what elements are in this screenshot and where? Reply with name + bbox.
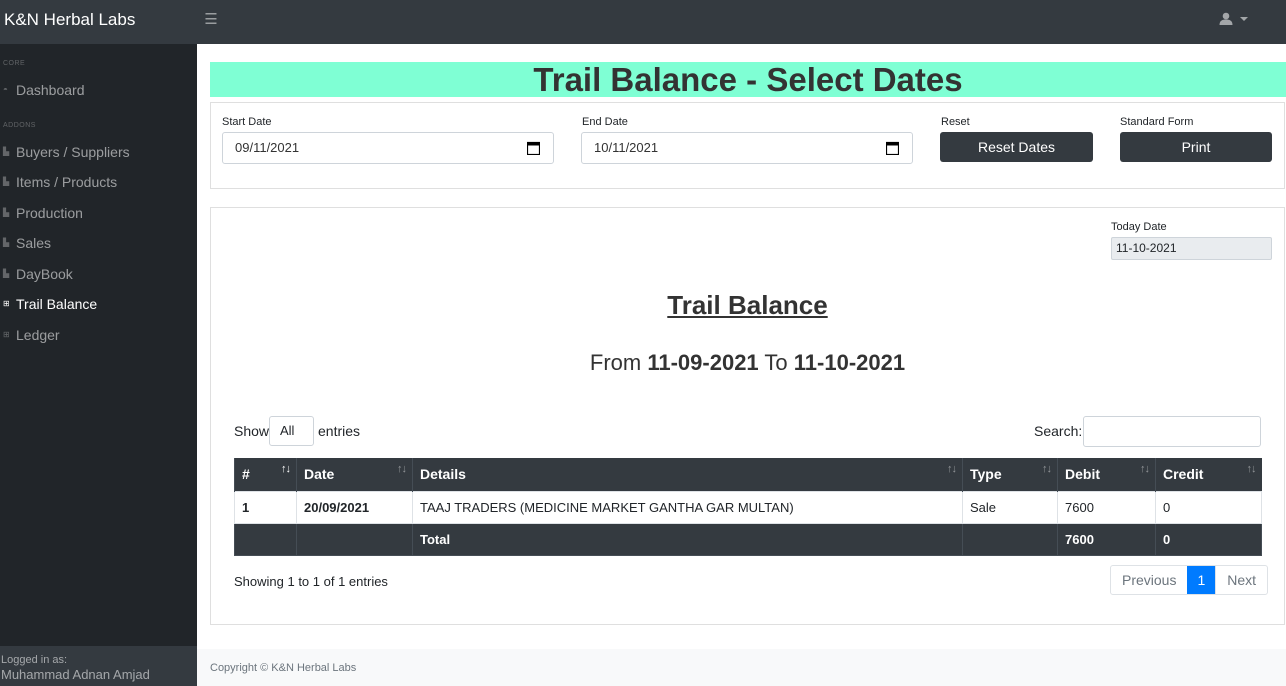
page-footer: Copyright © K&N Herbal Labs (197, 649, 1286, 686)
column-header-number[interactable]: # ↑↓ (234, 458, 297, 491)
table-icon: ⊞ (3, 299, 10, 308)
sidebar-item-label: Ledger (16, 327, 60, 343)
total-debit: 7600 (1057, 522, 1156, 556)
calendar-icon[interactable] (886, 141, 899, 155)
entries-label: entries (318, 423, 361, 439)
table-header-row: # ↑↓ Date ↑↓ Details ↑↓ Type ↑↓ Debit ↑↓ Cred… (234, 458, 1262, 491)
page-1-button[interactable]: 1 (1187, 566, 1216, 594)
report-card: Today Date 11-10-2021 Trail Balance From… (210, 207, 1285, 625)
total-empty-cell (296, 522, 413, 556)
trail-balance-table: # ↑↓ Date ↑↓ Details ↑↓ Type ↑↓ Debit ↑↓ Cred… (234, 458, 1262, 556)
total-empty-cell (234, 522, 297, 556)
sidebar-item-label: Items / Products (16, 174, 118, 190)
tachometer-icon: ◓ (3, 85, 8, 94)
sidebar-item-items-products[interactable]: ▙ Items / Products (0, 169, 197, 195)
table-row: 1 20/09/2021 TAAJ TRADERS (MEDICINE MARK… (234, 490, 1262, 524)
bar-chart-icon: ▙ (3, 238, 10, 247)
table-info: Showing 1 to 1 of 1 entries (234, 574, 388, 589)
sidebar-item-daybook[interactable]: ▙ DayBook (0, 261, 197, 287)
sort-icon: ↑↓ (1140, 463, 1150, 475)
reset-dates-button[interactable]: Reset Dates (940, 132, 1093, 162)
cell-credit: 0 (1155, 490, 1262, 524)
end-date-value: 10/11/2021 (594, 140, 659, 155)
column-header-date[interactable]: Date ↑↓ (296, 458, 413, 491)
user-icon (1219, 12, 1233, 25)
total-label: Total (412, 522, 963, 556)
print-button[interactable]: Print (1120, 132, 1272, 162)
sidebar-toggle-icon[interactable]: ☰ (204, 12, 218, 28)
user-menu-dropdown[interactable] (1219, 10, 1249, 28)
total-credit: 0 (1155, 522, 1262, 556)
brand-logo-text[interactable]: K&N Herbal Labs (4, 10, 135, 30)
chevron-down-icon (1240, 17, 1248, 21)
next-page-button[interactable]: Next (1215, 566, 1267, 594)
end-date-input[interactable]: 10/11/2021 (581, 132, 913, 164)
bar-chart-icon: ▙ (3, 147, 10, 156)
bar-chart-icon: ▙ (3, 177, 10, 186)
sidebar-heading-addons: ADDONS (3, 122, 36, 129)
sidebar-item-label: DayBook (16, 266, 73, 282)
sort-icon: ↑↓ (397, 463, 407, 475)
total-empty-cell (962, 522, 1058, 556)
logged-in-user: Muhammad Adnan Amjad (1, 667, 150, 682)
pagination: Previous 1 Next (1110, 565, 1269, 595)
sort-icon: ↑↓ (947, 463, 957, 475)
sort-icon: ↑↓ (1246, 463, 1257, 475)
sidebar: CORE ◓ Dashboard ADDONS ▙ Buyers / Suppl… (0, 44, 197, 686)
sort-icon: ↑↓ (281, 463, 291, 475)
search-input[interactable] (1083, 416, 1261, 447)
sidebar-item-label: Dashboard (16, 82, 85, 98)
from-word: From (589, 350, 642, 375)
from-date: 11-09-2021 (647, 350, 759, 375)
start-date-input[interactable]: 09/11/2021 (222, 132, 554, 164)
cell-number: 1 (234, 490, 297, 524)
today-date-field: 11-10-2021 (1111, 237, 1272, 260)
to-date: 11-10-2021 (793, 350, 906, 375)
cell-debit: 7600 (1057, 490, 1156, 524)
calendar-icon[interactable] (527, 141, 540, 155)
page-title: Trail Balance - Select Dates (210, 62, 1286, 97)
sidebar-item-trail-balance[interactable]: ⊞ Trail Balance (0, 291, 197, 317)
sidebar-item-ledger[interactable]: ⊞ Ledger (0, 322, 197, 348)
search-label: Search: (1034, 423, 1083, 439)
sidebar-item-label: Trail Balance (16, 296, 98, 312)
copyright-text: Copyright © K&N Herbal Labs (210, 662, 357, 674)
table-icon: ⊞ (3, 330, 10, 339)
sort-icon: ↑↓ (1042, 463, 1052, 475)
column-header-debit[interactable]: Debit ↑↓ (1057, 458, 1156, 491)
reset-label: Reset (941, 116, 970, 128)
cell-date: 20/09/2021 (296, 490, 413, 524)
top-navbar: K&N Herbal Labs ☰ (0, 0, 1286, 44)
report-title: Trail Balance (667, 290, 828, 320)
logged-in-label: Logged in as: (1, 654, 68, 666)
bar-chart-icon: ▙ (3, 208, 10, 217)
start-date-label: Start Date (222, 116, 272, 128)
bar-chart-icon: ▙ (3, 269, 10, 278)
report-date-range: From 11-09-2021 To 11-10-2021 (211, 350, 1284, 376)
sidebar-item-production[interactable]: ▙ Production (0, 200, 197, 226)
end-date-label: End Date (582, 116, 628, 128)
date-filter-card: Start Date 09/11/2021 End Date 10/11/202… (210, 102, 1285, 189)
table-total-row: Total 7600 0 (234, 522, 1262, 556)
today-date-label: Today Date (1111, 221, 1167, 233)
sidebar-item-label: Sales (16, 235, 52, 251)
sidebar-heading-core: CORE (3, 60, 26, 67)
sidebar-item-label: Production (16, 205, 83, 221)
cell-type: Sale (962, 490, 1058, 524)
sidebar-item-sales[interactable]: ▙ Sales (0, 230, 197, 256)
start-date-value: 09/11/2021 (235, 140, 300, 155)
show-label: Show (234, 423, 270, 439)
cell-details: TAAJ TRADERS (MEDICINE MARKET GANTHA GAR… (412, 490, 963, 524)
sidebar-item-buyers-suppliers[interactable]: ▙ Buyers / Suppliers (0, 139, 197, 165)
sidebar-item-dashboard[interactable]: ◓ Dashboard (0, 77, 197, 103)
previous-page-button[interactable]: Previous (1111, 566, 1187, 594)
entries-length-select[interactable]: All (269, 416, 314, 446)
to-word: To (764, 350, 788, 375)
column-header-type[interactable]: Type ↑↓ (962, 458, 1058, 491)
standard-form-label: Standard Form (1120, 116, 1194, 128)
sidebar-item-label: Buyers / Suppliers (16, 144, 130, 160)
column-header-credit[interactable]: Credit ↑↓ (1155, 458, 1262, 491)
sidebar-footer: Logged in as: Muhammad Adnan Amjad (0, 646, 197, 686)
column-header-details[interactable]: Details ↑↓ (412, 458, 963, 491)
